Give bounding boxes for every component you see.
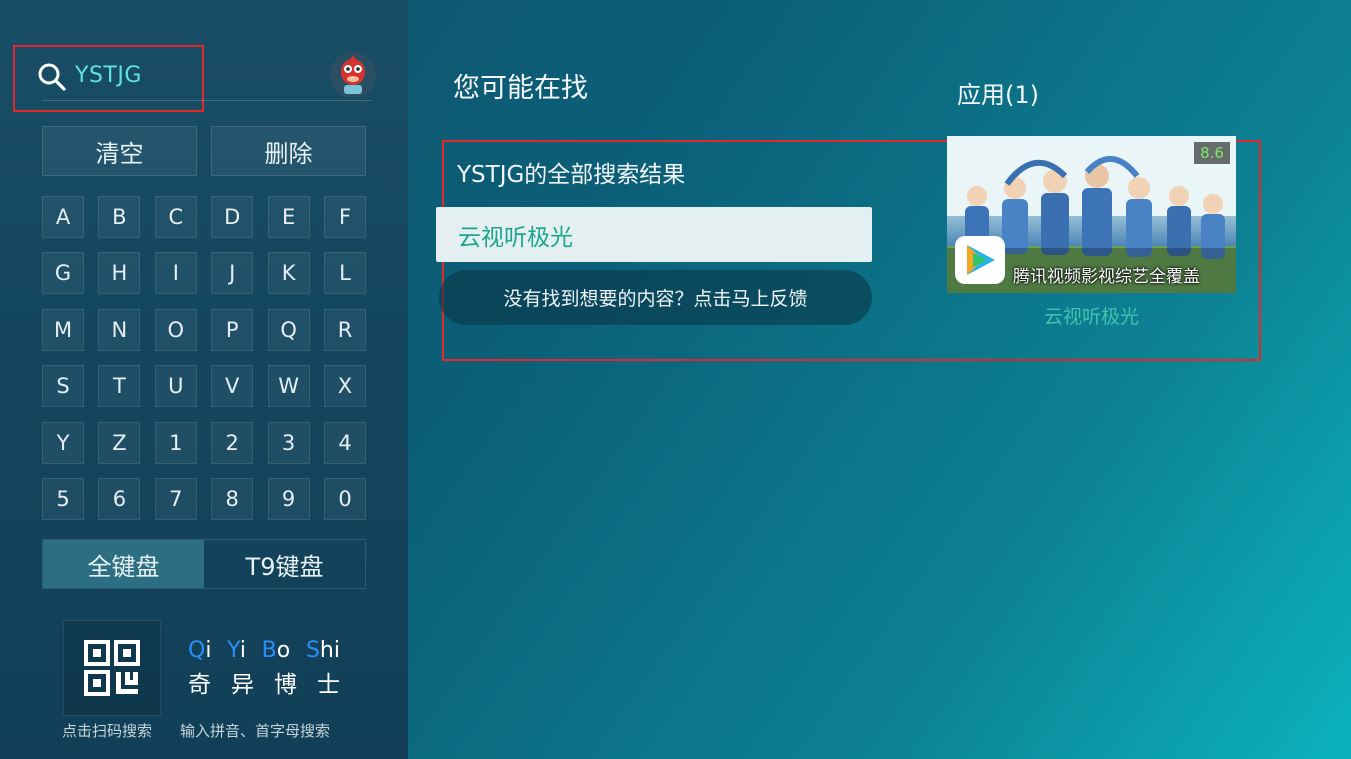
key-i[interactable]: I [154, 252, 197, 295]
key-8[interactable]: 8 [211, 478, 254, 520]
key-b[interactable]: B [98, 196, 141, 238]
full-keyboard-tab[interactable]: 全键盘 [43, 540, 204, 588]
logo-pinyin-0: Qi [188, 638, 211, 663]
qr-scan-button[interactable] [63, 620, 161, 716]
key-3[interactable]: 3 [267, 421, 310, 464]
feedback-button[interactable]: 没有找到想要的内容？点击马上反馈 [439, 270, 872, 325]
key-5[interactable]: 5 [42, 478, 84, 520]
logo-char-1: 异 [231, 672, 254, 698]
key-v[interactable]: V [211, 365, 254, 408]
key-4[interactable]: 4 [324, 421, 366, 464]
mascot-icon [330, 52, 376, 98]
search-icon [38, 63, 66, 91]
key-7[interactable]: 7 [154, 478, 197, 520]
key-w[interactable]: W [267, 365, 310, 408]
logo-pinyin-rest: hi [319, 638, 340, 663]
key-2[interactable]: 2 [211, 421, 254, 464]
key-y[interactable]: Y [42, 421, 84, 464]
key-d[interactable]: D [211, 196, 254, 238]
search-underline [42, 100, 372, 101]
rating-badge: 8.6 [1194, 142, 1230, 164]
avatar[interactable] [330, 52, 376, 98]
key-r[interactable]: R [324, 308, 366, 351]
key-a[interactable]: A [42, 196, 84, 238]
pinyin-caption: 输入拼音、首字母搜索 [180, 722, 331, 740]
logo-pinyin-initial: Q [188, 638, 206, 663]
app-name-label[interactable]: 云视听极光 [947, 302, 1236, 329]
logo-char-0: 奇 [188, 672, 211, 698]
key-s[interactable]: S [42, 365, 84, 408]
key-n[interactable]: N [98, 308, 141, 351]
logo-pinyin-initial: S [305, 638, 320, 663]
key-o[interactable]: O [154, 308, 197, 351]
logo-pinyin-2: Bo [262, 638, 291, 663]
qr-code-icon [84, 640, 140, 696]
logo-pinyin-1: Yi [227, 638, 246, 663]
logo-pinyin-rest: i [205, 638, 212, 663]
search-input[interactable]: YSTJG [75, 60, 142, 92]
logo-pinyin-rest: o [276, 638, 291, 663]
logo-pinyin-initial: B [261, 638, 277, 663]
key-1[interactable]: 1 [154, 421, 197, 464]
key-j[interactable]: J [211, 252, 254, 295]
tencent-video-icon [955, 236, 1005, 284]
left-panel: YSTJG 清空 删除 ABCDEFGHIJKLMNOPQRSTUVWXYZ12… [0, 0, 408, 759]
key-k[interactable]: K [267, 252, 310, 295]
qr-caption: 点击扫码搜索 [62, 722, 153, 740]
t9-keyboard-tab[interactable]: T9键盘 [204, 540, 365, 588]
key-c[interactable]: C [154, 196, 197, 238]
all-results-link[interactable]: YSTJG的全部搜索结果 [457, 155, 685, 189]
qiyiboshi-logo: Qi Yi Bo Shi 奇异博士 [188, 638, 348, 699]
logo-pinyin-initial: Y [227, 638, 240, 663]
logo-char-2: 博 [274, 672, 297, 698]
key-m[interactable]: M [42, 308, 84, 351]
logo-pinyin-rest: i [239, 638, 246, 663]
clear-button[interactable]: 清空 [42, 126, 197, 176]
key-q[interactable]: Q [267, 308, 310, 351]
key-l[interactable]: L [324, 252, 366, 295]
key-9[interactable]: 9 [267, 478, 310, 520]
logo-pinyin-3: Shi [306, 638, 340, 663]
key-g[interactable]: G [42, 252, 84, 295]
key-p[interactable]: P [211, 308, 254, 351]
app-card-thumbnail[interactable]: 8.6 腾讯视频影视综艺全覆盖 [947, 136, 1236, 293]
key-h[interactable]: H [98, 252, 141, 295]
section-title: 您可能在找 [453, 73, 588, 104]
key-6[interactable]: 6 [98, 478, 141, 520]
key-x[interactable]: X [324, 365, 366, 408]
suggestion-item[interactable]: 云视听极光 [436, 207, 872, 262]
delete-button[interactable]: 删除 [211, 126, 366, 176]
thumb-caption: 腾讯视频影视综艺全覆盖 [1013, 267, 1200, 287]
apps-header: 应用(1) [957, 81, 1039, 109]
logo-char-3: 士 [317, 672, 340, 698]
key-e[interactable]: E [267, 196, 310, 238]
key-0[interactable]: 0 [324, 478, 366, 520]
key-z[interactable]: Z [98, 421, 141, 464]
keyboard-mode-toggle: 全键盘 T9键盘 [42, 539, 366, 589]
key-t[interactable]: T [98, 365, 141, 408]
key-f[interactable]: F [324, 196, 366, 238]
key-u[interactable]: U [154, 365, 197, 408]
